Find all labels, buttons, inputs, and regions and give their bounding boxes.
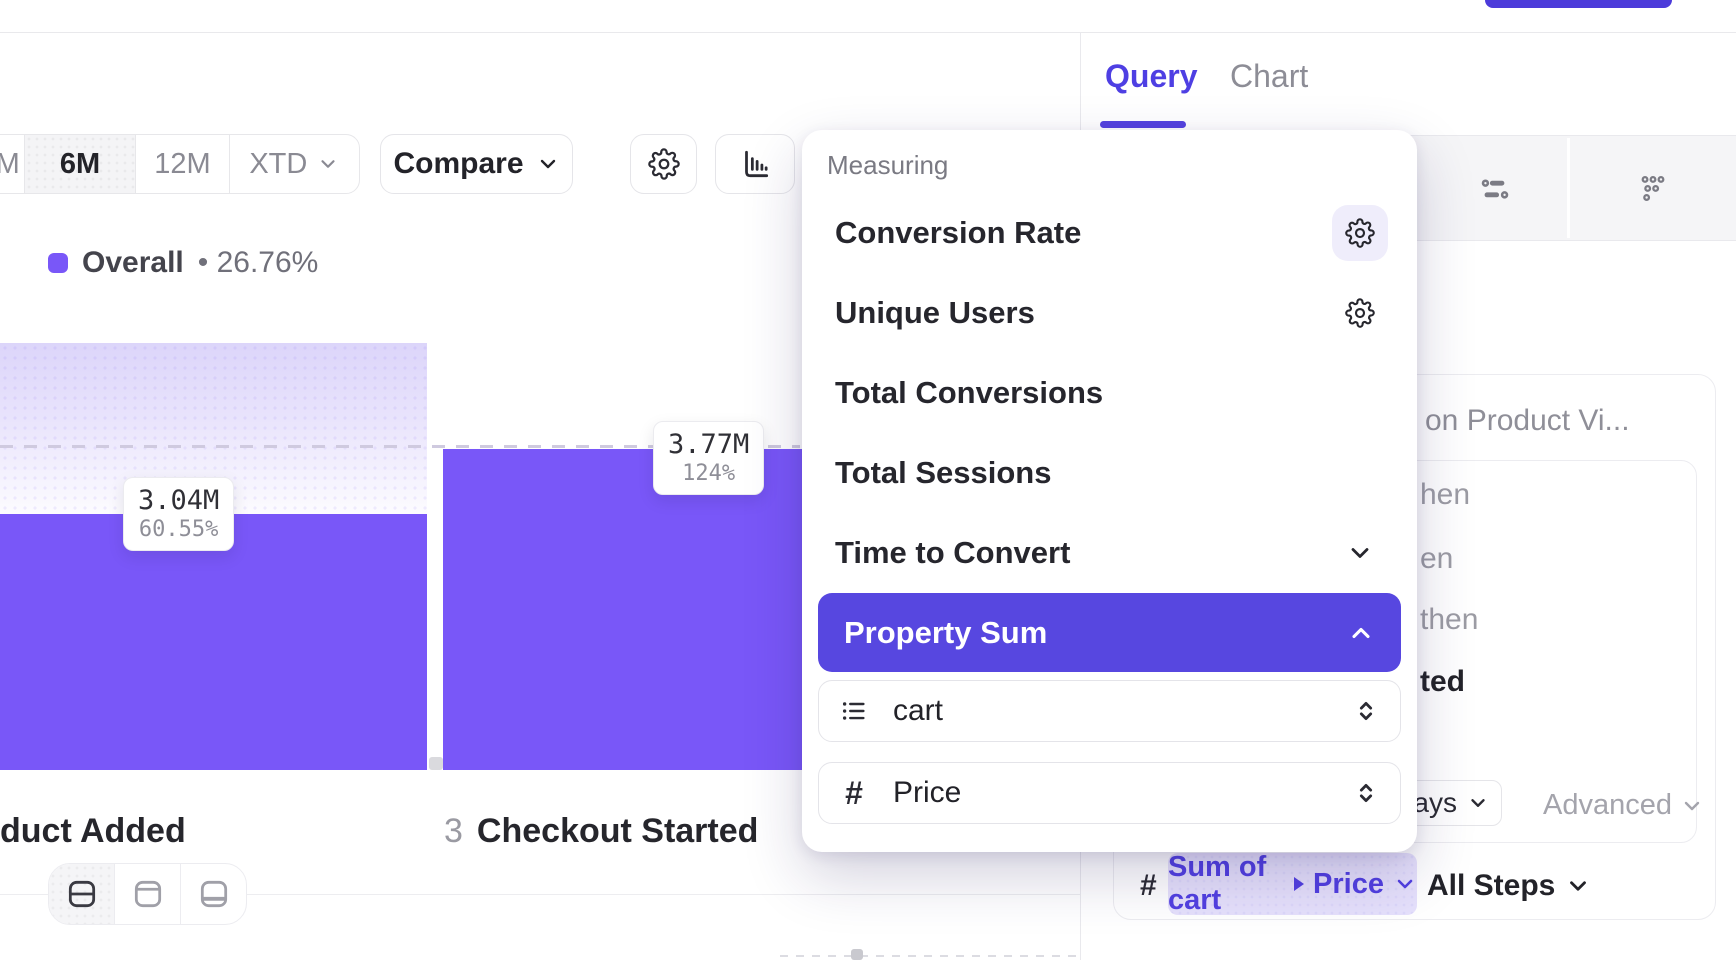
date-range-segmented-control: M 6M 12M XTD bbox=[0, 134, 360, 194]
chip-label: Sum of cart bbox=[1168, 851, 1285, 917]
top-bar-icon bbox=[131, 877, 165, 911]
option-label: Unique Users bbox=[835, 295, 1035, 331]
option-label: Conversion Rate bbox=[835, 215, 1081, 251]
flows-toggle-button[interactable] bbox=[1478, 172, 1512, 206]
funnel-chart-icon bbox=[738, 147, 772, 181]
legend: Overall • 26.76% bbox=[48, 246, 318, 280]
list-icon bbox=[839, 696, 869, 726]
measuring-option-total-conversions[interactable]: Total Conversions bbox=[802, 353, 1417, 433]
measuring-dropdown-panel: Measuring Conversion Rate Unique Users bbox=[802, 130, 1417, 852]
primary-action-button-partial[interactable] bbox=[1485, 0, 1672, 8]
step-row-fragment: en bbox=[1420, 542, 1453, 576]
tooltip-value: 3.77M bbox=[668, 429, 749, 461]
step-label-product-added: duct Added bbox=[0, 812, 186, 851]
chip-property-label: Price bbox=[1313, 868, 1384, 901]
range-12m-button[interactable]: 12M bbox=[136, 135, 230, 193]
chevron-down-icon bbox=[1467, 792, 1489, 814]
tab-chart[interactable]: Chart bbox=[1230, 58, 1308, 95]
split-rows-icon bbox=[65, 877, 99, 911]
all-steps-dropdown[interactable]: All Steps bbox=[1427, 869, 1591, 903]
step-row-fragment: hen bbox=[1420, 478, 1470, 512]
chevron-down-icon bbox=[536, 152, 560, 176]
layout-bottom-bar-button[interactable] bbox=[181, 864, 246, 924]
chart-type-button[interactable] bbox=[715, 134, 795, 194]
compare-label: Compare bbox=[393, 147, 523, 181]
chevron-down-icon bbox=[1346, 539, 1374, 567]
layout-split-button[interactable] bbox=[49, 864, 115, 924]
chevron-down-icon bbox=[1680, 794, 1704, 818]
gear-icon bbox=[648, 148, 680, 180]
tooltip-percent: 60.55% bbox=[138, 517, 219, 543]
legend-value: • 26.76% bbox=[198, 246, 319, 280]
tab-query[interactable]: Query bbox=[1105, 58, 1197, 95]
strip-divider bbox=[1567, 138, 1570, 238]
tooltip-value: 3.04M bbox=[138, 485, 219, 517]
measuring-option-total-sessions[interactable]: Total Sessions bbox=[802, 433, 1417, 513]
step-row-fragment: ted bbox=[1420, 665, 1465, 699]
top-divider bbox=[0, 32, 1736, 33]
chevron-up-icon bbox=[1347, 619, 1375, 647]
bar-value-tooltip: 3.04M 60.55% bbox=[123, 477, 234, 551]
layout-toggle-group bbox=[48, 863, 247, 925]
range-6m-button[interactable]: 6M bbox=[25, 135, 136, 193]
chevron-down-icon bbox=[1565, 873, 1591, 899]
funnel-bar-gap-handle[interactable] bbox=[429, 757, 443, 770]
steps-dots-button[interactable] bbox=[1636, 172, 1670, 206]
range-xtd-dropdown[interactable]: XTD bbox=[230, 135, 359, 193]
updown-stepper-icon bbox=[1352, 697, 1380, 725]
selected-option-label: Property Sum bbox=[844, 615, 1047, 651]
breadcrumb-arrow-icon bbox=[1294, 877, 1304, 891]
measuring-option-property-sum-selected[interactable]: Property Sum bbox=[818, 593, 1401, 672]
next-section-dashed-line bbox=[780, 955, 1080, 957]
property-event-value: cart bbox=[893, 694, 1328, 728]
all-steps-label: All Steps bbox=[1427, 869, 1555, 903]
measuring-option-time-to-convert[interactable]: Time to Convert bbox=[802, 513, 1417, 593]
property-event-select[interactable]: cart bbox=[818, 680, 1401, 742]
measuring-option-unique-users[interactable]: Unique Users bbox=[802, 273, 1417, 353]
option-label: Total Conversions bbox=[835, 375, 1103, 411]
sum-of-cart-price-chip[interactable]: Sum of cart Price bbox=[1168, 853, 1417, 915]
numeric-type-glyph: # bbox=[1140, 869, 1157, 903]
funnel-bar-product-added[interactable] bbox=[0, 514, 427, 770]
option-settings-button[interactable] bbox=[1332, 285, 1388, 341]
updown-stepper-icon bbox=[1352, 779, 1380, 807]
next-section-tick bbox=[851, 949, 863, 960]
dropdown-title: Measuring bbox=[827, 150, 948, 181]
step-row-fragment: then bbox=[1420, 603, 1478, 637]
property-name-select[interactable]: # Price bbox=[818, 762, 1401, 824]
chart-settings-button[interactable] bbox=[630, 134, 697, 194]
funnel-analysis-app: M 6M 12M XTD Compare bbox=[0, 0, 1736, 960]
range-3m-button[interactable]: M bbox=[0, 135, 25, 193]
bar-value-tooltip: 3.77M 124% bbox=[653, 421, 764, 495]
option-label: Total Sessions bbox=[835, 455, 1052, 491]
tooltip-percent: 124% bbox=[668, 461, 749, 487]
chevron-down-icon bbox=[1393, 872, 1417, 896]
advanced-label: Advanced bbox=[1543, 789, 1672, 822]
legend-swatch bbox=[48, 253, 68, 273]
option-label: Time to Convert bbox=[835, 535, 1070, 571]
bottom-bar-icon bbox=[197, 877, 231, 911]
card-title-fragment: on Product Vi... bbox=[1425, 404, 1630, 438]
measuring-option-conversion-rate[interactable]: Conversion Rate bbox=[802, 193, 1417, 273]
numeric-property-icon: # bbox=[839, 775, 869, 812]
step-label-checkout-started: 3Checkout Started bbox=[444, 812, 758, 851]
compare-button[interactable]: Compare bbox=[380, 134, 573, 194]
active-tab-underline bbox=[1100, 121, 1186, 128]
advanced-dropdown[interactable]: Advanced bbox=[1543, 789, 1704, 822]
property-name-value: Price bbox=[893, 776, 1328, 810]
option-settings-button[interactable] bbox=[1332, 205, 1388, 261]
chevron-down-icon bbox=[317, 153, 339, 175]
layout-top-bar-button[interactable] bbox=[115, 864, 181, 924]
legend-name: Overall bbox=[82, 246, 184, 280]
